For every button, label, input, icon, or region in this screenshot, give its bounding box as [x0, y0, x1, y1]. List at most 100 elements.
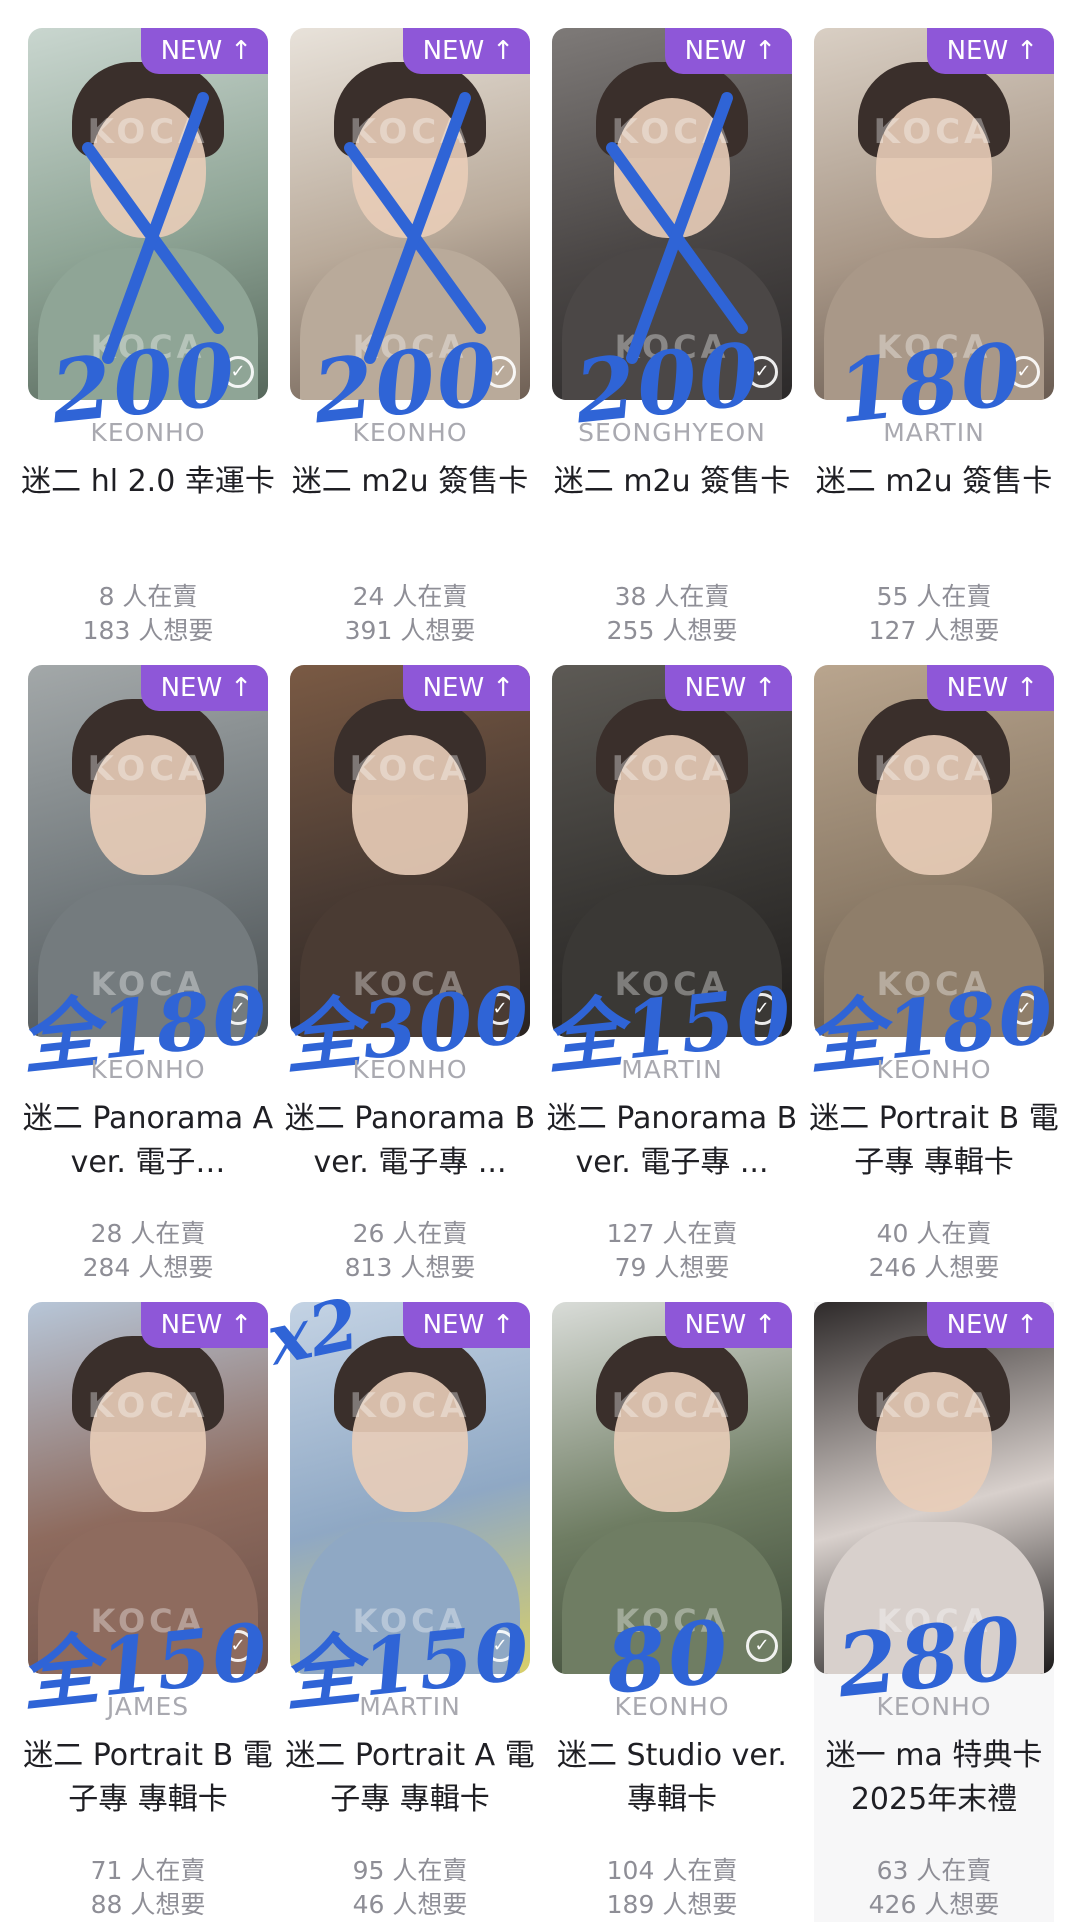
wants-count: 183 人想要	[82, 616, 214, 645]
member-name: MARTIN	[359, 1692, 461, 1721]
new-badge-label: NEW	[684, 36, 747, 66]
card-title[interactable]: 迷二 m2u 簽售卡	[544, 460, 800, 504]
photocard-item[interactable]: KOCA KOCA NEW ↑ ✓ 200 SEONGHYEON 迷二 m2u 簽…	[552, 28, 792, 648]
new-badge: NEW ↑	[664, 28, 792, 74]
watermark-brand: KOCA	[611, 749, 733, 789]
watermark-brand: KOCA	[349, 1386, 471, 1426]
card-stats: 104 人在賣 189 人想要	[552, 1854, 792, 1922]
arrow-up-icon: ↑	[492, 673, 514, 703]
new-badge: NEW ↑	[926, 28, 1054, 74]
photocard-grid: KOCA KOCA NEW ↑ ✓ 200 KEONHO 迷二 hl 2.0 幸運…	[0, 0, 1080, 1922]
sellers-count: 71 人在賣	[90, 1856, 206, 1885]
member-name: KEONHO	[876, 1692, 992, 1721]
card-title[interactable]: 迷二 Portrait B 電子專 專輯卡	[20, 1734, 276, 1822]
wants-count: 79 人想要	[614, 1253, 730, 1282]
new-badge: NEW ↑	[402, 665, 530, 711]
photocard-item[interactable]: KOCA KOCA NEW ↑ ✓ 180 MARTIN 迷二 m2u 簽售卡 5…	[814, 28, 1054, 648]
new-badge: NEW ↑	[140, 28, 268, 74]
card-title[interactable]: 迷二 m2u 簽售卡	[282, 460, 538, 504]
arrow-up-icon: ↑	[230, 673, 252, 703]
arrow-up-icon: ↑	[230, 36, 252, 66]
new-badge-label: NEW	[946, 673, 1009, 703]
card-stats: 8 人在賣 183 人想要	[28, 580, 268, 648]
new-badge: NEW ↑	[664, 1302, 792, 1348]
photocard-item[interactable]: KOCA KOCA NEW ↑ ✓ 全150 JAMES 迷二 Portrait …	[16, 1302, 273, 1922]
member-name: MARTIN	[883, 418, 985, 447]
sellers-count: 28 人在賣	[90, 1219, 206, 1248]
card-stats: 38 人在賣 255 人想要	[552, 580, 792, 648]
photocard-item[interactable]: KOCA KOCA NEW ↑ ✓ 全300 KEONHO 迷二 Panorama…	[278, 665, 535, 1285]
arrow-up-icon: ↑	[230, 1310, 252, 1340]
card-title[interactable]: 迷二 Panorama A ver. 電子…	[20, 1097, 276, 1185]
new-badge-label: NEW	[422, 673, 485, 703]
card-title[interactable]: 迷二 Portrait B 電子專 專輯卡	[806, 1097, 1062, 1185]
arrow-up-icon: ↑	[754, 1310, 776, 1340]
card-stats: 63 人在賣 426 人想要	[814, 1854, 1054, 1922]
new-badge: NEW ↑	[140, 1302, 268, 1348]
member-name: KEONHO	[876, 1055, 992, 1084]
watermark-brand: KOCA	[87, 112, 209, 152]
card-title[interactable]: 迷二 Panorama B ver. 電子專 ...	[544, 1097, 800, 1185]
new-badge: NEW ↑	[664, 665, 792, 711]
new-badge-label: NEW	[160, 673, 223, 703]
arrow-up-icon: ↑	[1016, 673, 1038, 703]
card-title[interactable]: 迷二 Studio ver. 專輯卡	[544, 1734, 800, 1822]
wants-count: 255 人想要	[606, 616, 738, 645]
watermark-brand: KOCA	[349, 112, 471, 152]
new-badge-label: NEW	[160, 36, 223, 66]
new-badge-label: NEW	[684, 1310, 747, 1340]
arrow-up-icon: ↑	[492, 36, 514, 66]
wants-count: 127 人想要	[868, 616, 1000, 645]
card-stats: 95 人在賣 46 人想要	[290, 1854, 530, 1922]
watermark-brand: KOCA	[87, 749, 209, 789]
arrow-up-icon: ↑	[492, 1310, 514, 1340]
card-title[interactable]: 迷二 hl 2.0 幸運卡	[20, 460, 276, 504]
arrow-up-icon: ↑	[754, 673, 776, 703]
photocard-item[interactable]: KOCA KOCA NEW ↑ ✓ 80 KEONHO 迷二 Studio ver…	[552, 1302, 792, 1922]
card-title[interactable]: 迷二 Portrait A 電子專 專輯卡	[282, 1734, 538, 1822]
card-stats: 28 人在賣 284 人想要	[28, 1217, 268, 1285]
member-name: SEONGHYEON	[578, 418, 766, 447]
member-name: KEONHO	[352, 1055, 468, 1084]
photocard-item[interactable]: KOCA KOCA NEW ↑ 280 KEONHO 迷一 ma 特典卡 2025…	[814, 1302, 1054, 1922]
watermark-brand: KOCA	[611, 1386, 733, 1426]
new-badge: NEW ↑	[402, 1302, 530, 1348]
sellers-count: 38 人在賣	[614, 582, 730, 611]
arrow-up-icon: ↑	[1016, 36, 1038, 66]
photocard-item[interactable]: KOCA KOCA NEW ↑ ✓ 全150 MARTIN 迷二 Panorama…	[540, 665, 797, 1285]
wants-count: 246 人想要	[868, 1253, 1000, 1282]
new-badge-label: NEW	[160, 1310, 223, 1340]
member-name: KEONHO	[90, 418, 206, 447]
card-title[interactable]: 迷二 Panorama B ver. 電子專 ...	[282, 1097, 538, 1185]
member-name: KEONHO	[352, 418, 468, 447]
sellers-count: 55 人在賣	[876, 582, 992, 611]
new-badge-label: NEW	[946, 36, 1009, 66]
member-name: KEONHO	[614, 1692, 730, 1721]
photocard-item[interactable]: KOCA KOCA NEW ↑ ✓ 全180 KEONHO 迷二 Panorama…	[16, 665, 273, 1285]
wants-count: 284 人想要	[82, 1253, 214, 1282]
arrow-up-icon: ↑	[754, 36, 776, 66]
watermark-brand: KOCA	[349, 749, 471, 789]
photocard-item[interactable]: KOCA KOCA NEW ↑ ✓ 200 KEONHO 迷二 m2u 簽售卡 2…	[290, 28, 530, 648]
photocard-item[interactable]: KOCA KOCA NEW ↑ ✓ 全180 KEONHO 迷二 Portrait…	[802, 665, 1059, 1285]
new-badge-label: NEW	[422, 1310, 485, 1340]
card-stats: 55 人在賣 127 人想要	[814, 580, 1054, 648]
member-name: JAMES	[106, 1692, 190, 1721]
card-stats: 40 人在賣 246 人想要	[814, 1217, 1054, 1285]
sellers-count: 95 人在賣	[352, 1856, 468, 1885]
wants-count: 426 人想要	[868, 1890, 1000, 1919]
photocard-item[interactable]: KOCA KOCA NEW ↑ ✓ 全150 MARTIN 迷二 Portrait…	[278, 1302, 535, 1922]
new-badge: NEW ↑	[402, 28, 530, 74]
watermark-brand: KOCA	[873, 749, 995, 789]
photocard-item[interactable]: KOCA KOCA NEW ↑ ✓ 200 KEONHO 迷二 hl 2.0 幸運…	[21, 28, 275, 648]
sellers-count: 8 人在賣	[98, 582, 198, 611]
card-title[interactable]: 迷一 ma 特典卡 2025年末禮	[806, 1734, 1062, 1822]
sellers-count: 63 人在賣	[876, 1856, 992, 1885]
watermark-brand: KOCA	[873, 112, 995, 152]
card-stats: 24 人在賣 391 人想要	[290, 580, 530, 648]
card-title[interactable]: 迷二 m2u 簽售卡	[806, 460, 1062, 504]
watermark-brand: KOCA	[611, 112, 733, 152]
wants-count: 813 人想要	[344, 1253, 476, 1282]
card-stats: 71 人在賣 88 人想要	[28, 1854, 268, 1922]
sellers-count: 40 人在賣	[876, 1219, 992, 1248]
